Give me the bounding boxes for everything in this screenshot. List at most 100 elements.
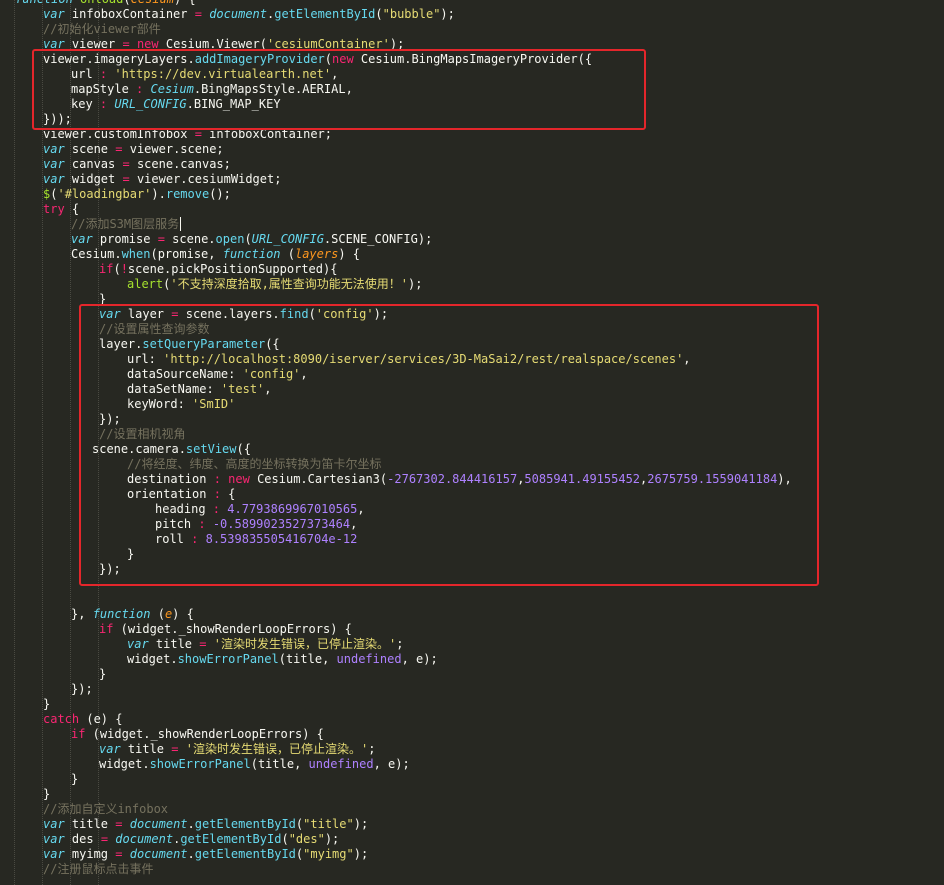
code-line: url: 'http://localhost:8090/iserver/serv… [0, 352, 944, 367]
code-token: infoboxContainer [64, 7, 195, 21]
code-token: }, [71, 607, 93, 621]
code-token: ( [113, 262, 121, 276]
code-line: $('#loadingbar').remove(); [0, 187, 944, 202]
code-line: //设置属性查询参数 [0, 322, 944, 337]
code-token: showErrorPanel [177, 652, 279, 666]
code-line: var widget = viewer.cesiumWidget; [0, 172, 944, 187]
code-token: document [209, 7, 267, 21]
code-token: function [92, 607, 151, 621]
code-line: } [0, 292, 944, 307]
text-caret [180, 217, 181, 231]
code-token: "title" [303, 817, 354, 831]
code-token: viewer.imageryLayers. [43, 52, 195, 66]
code-token: orientation [127, 487, 214, 501]
code-token: : [213, 472, 221, 486]
code-token: URL_CONFIG [251, 232, 324, 246]
code-token: , [264, 382, 272, 396]
code-token: 'https://dev.virtualearth.net' [114, 67, 332, 81]
code-token: 'test' [220, 382, 265, 396]
code-token: Cesium [150, 82, 194, 96]
code-token: //设置属性查询参数 [99, 322, 210, 336]
code-token: remove [165, 187, 210, 201]
code-token: getElementById [274, 7, 376, 21]
code-token: getElementById [194, 847, 296, 861]
code-line: } [0, 697, 944, 712]
code-token: 'config' [315, 307, 374, 321]
code-token: "des" [288, 832, 325, 846]
code-line: var title = '渲染时发生错误，已停止渲染。'; [0, 637, 944, 652]
code-line: var scene = viewer.scene; [0, 142, 944, 157]
code-token: = [194, 7, 202, 21]
code-token: '渲染时发生错误，已停止渲染。' [213, 637, 397, 651]
code-token: layer. [99, 337, 143, 351]
code-line: roll : 8.539835505416704e-12 [0, 532, 944, 547]
code-token: } [43, 697, 51, 711]
code-token: Cesium. [71, 247, 122, 261]
code-token: } [99, 667, 107, 681]
code-token: //注册鼠标点击事件 [43, 862, 154, 876]
code-token: var [43, 847, 65, 861]
code-token: ; [396, 637, 404, 651]
code-line: var promise = scene.open(URL_CONFIG.SCEN… [0, 232, 944, 247]
code-token: getElementById [180, 832, 282, 846]
code-line: layer.setQueryParameter({ [0, 337, 944, 352]
code-token: destination [127, 472, 214, 486]
code-token: .SCENE_CONFIG); [323, 232, 433, 246]
code-token: var [43, 817, 65, 831]
code-token: ( [244, 232, 252, 246]
code-token: addImageryProvider [194, 52, 325, 66]
code-token: = [171, 307, 179, 321]
code-line: //设置相机视角 [0, 427, 944, 442]
code-token: var [43, 157, 65, 171]
code-token: var [43, 172, 65, 186]
code-line: }, function (e) { [0, 607, 944, 622]
code-token: ); [353, 817, 369, 831]
code-token: 'http://localhost:8090/iserver/services/… [163, 352, 684, 366]
code-token: 'SmID' [192, 397, 236, 411]
code-line: if (widget._showRenderLoopErrors) { [0, 622, 944, 637]
code-line: if(!scene.pickPositionSupported){ [0, 262, 944, 277]
code-token: ); [440, 7, 455, 21]
code-token: 'config' [242, 367, 301, 381]
code-token: //设置相机视角 [99, 427, 186, 441]
code-token: Cesium.Viewer( [158, 37, 268, 51]
code-token: : [198, 517, 206, 531]
code-line: destination : new Cesium.Cartesian3(-276… [0, 472, 944, 487]
code-token: = [100, 832, 109, 846]
code-token: function [15, 0, 73, 6]
code-token: ( [308, 307, 316, 321]
code-editor[interactable]: function onload(Cesium) {var infoboxCont… [0, 0, 944, 885]
code-token: open [215, 232, 245, 246]
code-token: if [99, 622, 114, 636]
code-token: //添加自定义infobox [43, 802, 169, 816]
code-token: myimg [64, 847, 116, 861]
code-line: var des = document.getElementById("des")… [0, 832, 944, 847]
code-token: document [129, 817, 188, 831]
code-token: onload [80, 0, 123, 6]
code-line: } [0, 787, 944, 802]
code-token: ; [368, 742, 376, 756]
code-token: ! [120, 262, 128, 276]
code-token: (); [209, 187, 231, 201]
code-token: ) { [174, 0, 196, 6]
code-line: }); [0, 412, 944, 427]
code-token: .BingMapsStyle.AERIAL, [193, 82, 353, 96]
code-line: var title = document.getElementById("tit… [0, 817, 944, 832]
code-token: setView [185, 442, 237, 456]
code-line: } [0, 772, 944, 787]
code-token: catch [43, 712, 80, 726]
code-line: if (widget._showRenderLoopErrors) { [0, 727, 944, 742]
code-token: scene. [164, 232, 216, 246]
code-token: title [120, 742, 172, 756]
code-token: scene.pickPositionSupported){ [127, 262, 338, 276]
code-token: ( [123, 0, 130, 6]
code-token: })); [43, 112, 72, 126]
code-token: 'cesiumContainer' [267, 37, 390, 51]
code-token: Cesium.Cartesian3( [249, 472, 388, 486]
code-token: try [43, 202, 65, 216]
code-token: mapStyle [71, 82, 137, 96]
